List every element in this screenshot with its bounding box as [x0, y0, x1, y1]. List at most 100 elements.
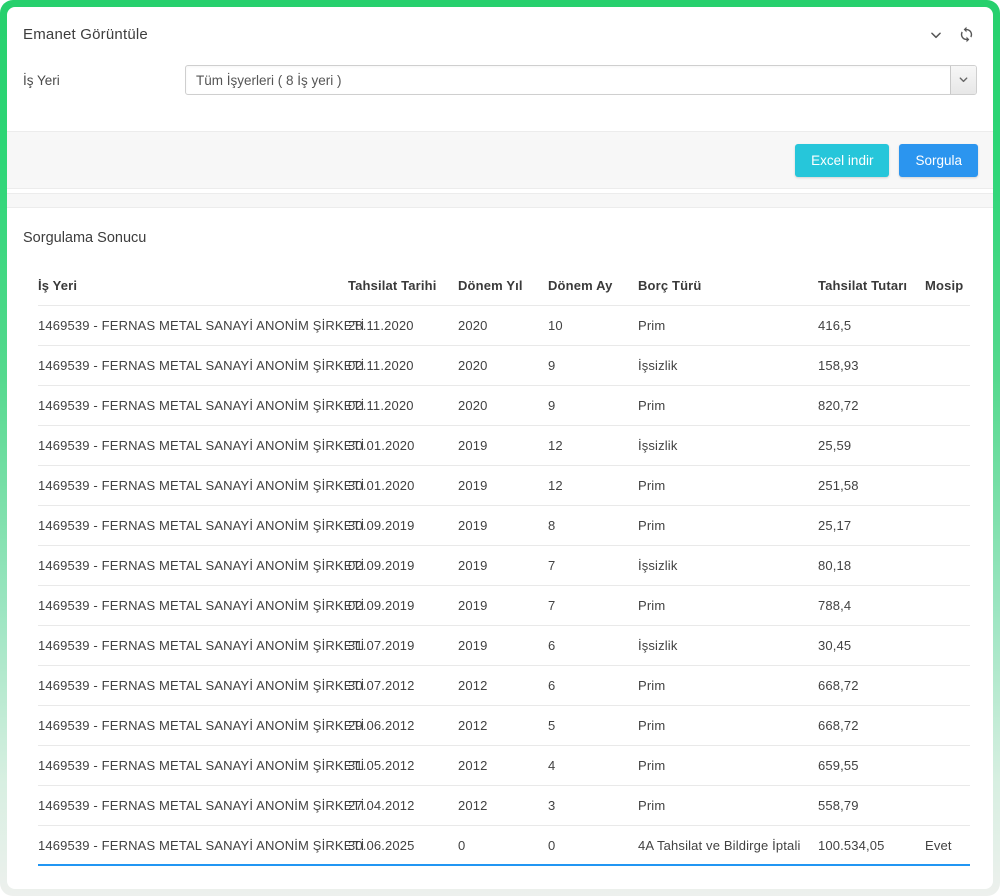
- table-cell: İşsizlik: [638, 438, 818, 453]
- table-cell: 3: [548, 798, 638, 813]
- table-cell: 30.01.2020: [348, 438, 458, 453]
- table-cell: 2019: [458, 558, 548, 573]
- action-toolbar: Excel indir Sorgula: [7, 131, 993, 189]
- table-row: 1469539 - FERNAS METAL SANAYİ ANONİM ŞİR…: [38, 586, 970, 626]
- panel-header-actions: [929, 26, 975, 43]
- table-row: 1469539 - FERNAS METAL SANAYİ ANONİM ŞİR…: [38, 306, 970, 346]
- table-cell: İşsizlik: [638, 358, 818, 373]
- table-cell: 27.04.2012: [348, 798, 458, 813]
- table-cell: 7: [548, 598, 638, 613]
- table-cell: 8: [548, 518, 638, 533]
- table-cell: 12: [548, 478, 638, 493]
- table-cell: 9: [548, 398, 638, 413]
- select-arrow-box[interactable]: [950, 66, 976, 94]
- isyeri-select[interactable]: Tüm İşyerleri ( 8 İş yeri ): [185, 65, 977, 95]
- isyeri-form-row: İş Yeri Tüm İşyerleri ( 8 İş yeri ): [7, 43, 993, 95]
- table-row: 1469539 - FERNAS METAL SANAYİ ANONİM ŞİR…: [38, 346, 970, 386]
- table-cell: 1469539 - FERNAS METAL SANAYİ ANONİM ŞİR…: [38, 358, 348, 373]
- column-header: İş Yeri: [38, 278, 348, 293]
- table-cell: 29.06.2012: [348, 718, 458, 733]
- table-cell: 416,5: [818, 318, 925, 333]
- table-cell: 6: [548, 638, 638, 653]
- table-cell: 30.09.2019: [348, 518, 458, 533]
- chevron-down-icon: [958, 73, 969, 88]
- table-cell: 30.07.2012: [348, 678, 458, 693]
- table-cell: 1469539 - FERNAS METAL SANAYİ ANONİM ŞİR…: [38, 398, 348, 413]
- isyeri-selected-value: Tüm İşyerleri ( 8 İş yeri ): [186, 66, 950, 94]
- column-header: Tahsilat Tarihi: [348, 278, 458, 293]
- page-title: Emanet Görüntüle: [23, 26, 148, 43]
- table-cell: 9: [548, 358, 638, 373]
- table-cell: 30.01.2020: [348, 478, 458, 493]
- refresh-button[interactable]: [958, 26, 975, 43]
- table-cell: 0: [548, 838, 638, 853]
- table-row: 1469539 - FERNAS METAL SANAYİ ANONİM ŞİR…: [38, 386, 970, 426]
- table-cell: 1469539 - FERNAS METAL SANAYİ ANONİM ŞİR…: [38, 678, 348, 693]
- column-header: Dönem Yıl: [458, 278, 548, 293]
- table-cell: 1469539 - FERNAS METAL SANAYİ ANONİM ŞİR…: [38, 518, 348, 533]
- table-cell: 1469539 - FERNAS METAL SANAYİ ANONİM ŞİR…: [38, 798, 348, 813]
- table-body: 1469539 - FERNAS METAL SANAYİ ANONİM ŞİR…: [38, 306, 970, 866]
- table-cell: 80,18: [818, 558, 925, 573]
- table-cell: 02.09.2019: [348, 598, 458, 613]
- table-cell: 1469539 - FERNAS METAL SANAYİ ANONİM ŞİR…: [38, 638, 348, 653]
- table-cell: 251,58: [818, 478, 925, 493]
- table-cell: 1469539 - FERNAS METAL SANAYİ ANONİM ŞİR…: [38, 758, 348, 773]
- table-cell: 5: [548, 718, 638, 733]
- table-cell: 2019: [458, 638, 548, 653]
- table-cell: 100.534,05: [818, 838, 925, 853]
- table-row: 1469539 - FERNAS METAL SANAYİ ANONİM ŞİR…: [38, 746, 970, 786]
- table-cell: 2020: [458, 318, 548, 333]
- table-cell: 2019: [458, 598, 548, 613]
- table-row: 1469539 - FERNAS METAL SANAYİ ANONİM ŞİR…: [38, 826, 970, 866]
- table-header-row: İş YeriTahsilat TarihiDönem YılDönem AyB…: [38, 266, 970, 306]
- table-cell: 788,4: [818, 598, 925, 613]
- table-cell: 668,72: [818, 718, 925, 733]
- table-cell: Prim: [638, 478, 818, 493]
- table-cell: Prim: [638, 398, 818, 413]
- table-row: 1469539 - FERNAS METAL SANAYİ ANONİM ŞİR…: [38, 786, 970, 826]
- divider-strip: [7, 193, 993, 208]
- table-cell: 02.09.2019: [348, 558, 458, 573]
- table-cell: Prim: [638, 598, 818, 613]
- table-cell: 7: [548, 558, 638, 573]
- column-header: Dönem Ay: [548, 278, 638, 293]
- table-cell: İşsizlik: [638, 558, 818, 573]
- results-title: Sorgulama Sonucu: [23, 230, 975, 246]
- excel-download-button[interactable]: Excel indir: [795, 144, 889, 177]
- table-cell: Prim: [638, 318, 818, 333]
- table-cell: Prim: [638, 758, 818, 773]
- column-header: Tahsilat Tutarı: [818, 278, 925, 293]
- column-header: Mosip: [925, 278, 970, 293]
- results-table: İş YeriTahsilat TarihiDönem YılDönem AyB…: [38, 266, 970, 866]
- table-cell: 2019: [458, 438, 548, 453]
- table-cell: 10: [548, 318, 638, 333]
- table-cell: Prim: [638, 718, 818, 733]
- table-cell: 2019: [458, 478, 548, 493]
- table-row: 1469539 - FERNAS METAL SANAYİ ANONİM ŞİR…: [38, 426, 970, 466]
- column-header: Borç Türü: [638, 278, 818, 293]
- collapse-panel-button[interactable]: [929, 28, 943, 42]
- green-frame: Emanet Görüntüle İş Yeri: [0, 0, 1000, 896]
- table-cell: 2012: [458, 798, 548, 813]
- table-cell: 6: [548, 678, 638, 693]
- table-cell: Prim: [638, 518, 818, 533]
- table-cell: 558,79: [818, 798, 925, 813]
- table-cell: 158,93: [818, 358, 925, 373]
- refresh-icon: [958, 26, 975, 43]
- table-cell: 1469539 - FERNAS METAL SANAYİ ANONİM ŞİR…: [38, 598, 348, 613]
- table-cell: 02.11.2020: [348, 358, 458, 373]
- table-cell: 31.05.2012: [348, 758, 458, 773]
- table-cell: 4: [548, 758, 638, 773]
- sorgula-button[interactable]: Sorgula: [899, 144, 978, 177]
- table-cell: 12: [548, 438, 638, 453]
- table-cell: 31.07.2019: [348, 638, 458, 653]
- chevron-down-icon: [929, 28, 943, 42]
- table-cell: 668,72: [818, 678, 925, 693]
- table-row: 1469539 - FERNAS METAL SANAYİ ANONİM ŞİR…: [38, 666, 970, 706]
- table-cell: 30.06.2025: [348, 838, 458, 853]
- table-cell: Prim: [638, 798, 818, 813]
- table-row: 1469539 - FERNAS METAL SANAYİ ANONİM ŞİR…: [38, 546, 970, 586]
- table-cell: 2012: [458, 678, 548, 693]
- table-row: 1469539 - FERNAS METAL SANAYİ ANONİM ŞİR…: [38, 626, 970, 666]
